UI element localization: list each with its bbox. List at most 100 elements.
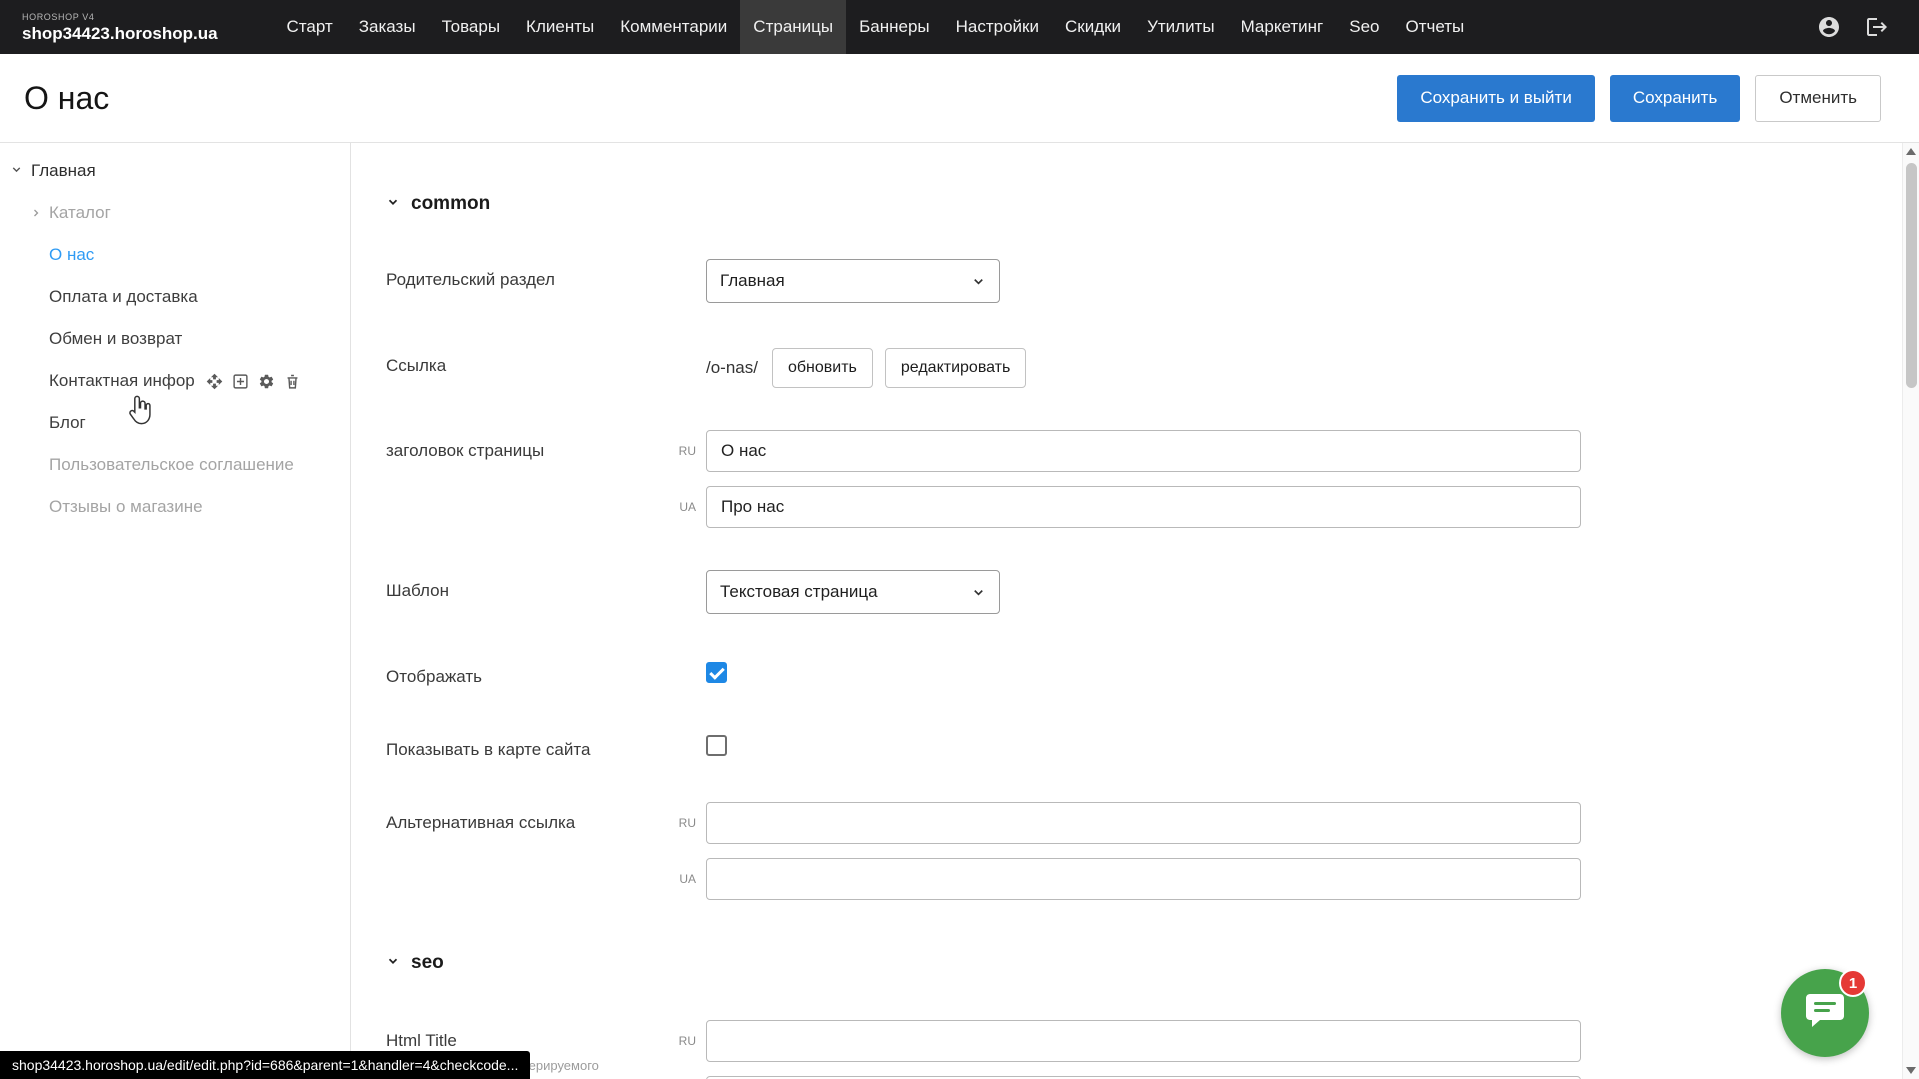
sidebar-item-blog[interactable]: Блог [0, 402, 350, 444]
nav-item-marketing[interactable]: Маркетинг [1228, 0, 1337, 54]
section-toggle-common[interactable]: common [386, 193, 1839, 215]
nav-item-reports[interactable]: Отчеты [1392, 0, 1477, 54]
account-icon[interactable] [1817, 15, 1841, 39]
field-row-html-title: Html Title Полная замена title, генериру… [386, 1020, 1839, 1079]
link-status-tooltip: shop34423.horoshop.ua/edit/edit.php?id=6… [0, 1051, 530, 1079]
nav-item-discounts[interactable]: Скидки [1052, 0, 1134, 54]
select-value: Главная [720, 271, 785, 291]
field-label: Ссылка [386, 345, 706, 388]
field-row-parent-section: Родительский раздел Главная [386, 259, 1839, 303]
move-icon[interactable] [206, 373, 223, 390]
nav-item-comments[interactable]: Комментарии [607, 0, 740, 54]
sidebar-item-label: Блог [49, 413, 86, 433]
chat-bubble-icon [1804, 991, 1846, 1036]
link-path-value: /o-nas/ [706, 358, 758, 378]
html-title-ru-input[interactable] [706, 1020, 1581, 1062]
settings-gear-icon[interactable] [258, 373, 275, 390]
input-wrap-ru: RU [706, 802, 1581, 844]
sitemap-checkbox[interactable] [706, 735, 727, 756]
field-row-display: Отображать [386, 656, 1839, 687]
cancel-button[interactable]: Отменить [1755, 75, 1881, 122]
pages-tree-sidebar: Главная Каталог О нас Оплата и доставка … [0, 143, 351, 1079]
lang-tag-ua: UA [662, 500, 696, 514]
page-header: О нас Сохранить и выйти Сохранить Отмени… [0, 54, 1919, 143]
delete-trash-icon[interactable] [284, 373, 301, 390]
lang-tag-ru: RU [662, 444, 696, 458]
chat-widget-button[interactable]: 1 [1781, 969, 1869, 1057]
field-row-sitemap: Показывать в карте сайта [386, 729, 1839, 760]
page-title-ru-input[interactable] [706, 430, 1581, 472]
logout-icon[interactable] [1865, 15, 1889, 39]
lang-tag-ru: RU [662, 1034, 696, 1048]
sidebar-item-katalog[interactable]: Каталог [0, 192, 350, 234]
field-label: Шаблон [386, 570, 706, 614]
input-wrap-ua: UA [706, 858, 1581, 900]
sidebar-item-otzyvy-o-magazine[interactable]: Отзывы о магазине [0, 486, 350, 528]
sidebar-item-o-nas[interactable]: О нас [0, 234, 350, 276]
lang-inputs: RU UA [706, 802, 1581, 900]
nav-item-settings[interactable]: Настройки [943, 0, 1052, 54]
chevron-right-icon [30, 207, 42, 219]
field-row-template: Шаблон Текстовая страница [386, 570, 1839, 614]
page-edit-form: common Родительский раздел Главная Ссылк… [351, 143, 1919, 1079]
alt-link-ua-input[interactable] [706, 858, 1581, 900]
lang-inputs: RU UA [706, 430, 1581, 528]
tree-item-actions [206, 373, 301, 390]
brand-version: HOROSHOP V4 [22, 13, 218, 22]
scroll-up-button[interactable] [1903, 143, 1919, 160]
chevron-down-icon [10, 161, 23, 181]
link-refresh-button[interactable]: обновить [772, 348, 873, 388]
input-wrap-ua: UA [706, 486, 1581, 528]
field-label: Альтернативная ссылка [386, 802, 706, 900]
scrollbar-thumb[interactable] [1906, 163, 1917, 388]
sidebar-item-label: Главная [31, 161, 96, 181]
vertical-scrollbar[interactable] [1902, 143, 1919, 1079]
parent-section-select[interactable]: Главная [706, 259, 1000, 303]
app-window: HOROSHOP V4 shop34423.horoshop.ua Старт … [0, 0, 1919, 1079]
sidebar-item-label: Контактная инфор [49, 371, 195, 391]
chevron-down-icon [971, 274, 986, 289]
field-row-page-title: заголовок страницы RU UA [386, 430, 1839, 528]
nav-item-seo[interactable]: Seo [1336, 0, 1392, 54]
field-label-text: Html Title [386, 1031, 706, 1051]
alt-link-ru-input[interactable] [706, 802, 1581, 844]
lang-tag-ua: UA [662, 872, 696, 886]
sidebar-item-glavnaya[interactable]: Главная [0, 150, 350, 192]
section-title: common [411, 193, 490, 215]
field-label: заголовок страницы [386, 430, 706, 528]
scroll-down-button[interactable] [1903, 1062, 1919, 1079]
link-edit-button[interactable]: редактировать [885, 348, 1026, 388]
nav-item-start[interactable]: Старт [274, 0, 346, 54]
chevron-down-icon [386, 193, 400, 215]
header-actions: Сохранить и выйти Сохранить Отменить [1397, 75, 1881, 122]
sidebar-item-obmen-i-vozvrat[interactable]: Обмен и возврат [0, 318, 350, 360]
display-checkbox[interactable] [706, 662, 727, 683]
field-label: Отображать [386, 656, 706, 687]
save-button[interactable]: Сохранить [1610, 75, 1740, 122]
nav-item-banners[interactable]: Баннеры [846, 0, 943, 54]
select-value: Текстовая страница [720, 582, 878, 602]
page-title: О нас [24, 80, 109, 117]
nav-item-pages[interactable]: Страницы [740, 0, 846, 54]
field-row-alt-link: Альтернативная ссылка RU UA [386, 802, 1839, 900]
nav-item-products[interactable]: Товары [429, 0, 513, 54]
section-toggle-seo[interactable]: seo [386, 952, 1839, 974]
sidebar-item-label: Каталог [49, 203, 111, 223]
nav-item-utilities[interactable]: Утилиты [1134, 0, 1228, 54]
field-row-link: Ссылка /o-nas/ обновить редактировать [386, 345, 1839, 388]
save-and-exit-button[interactable]: Сохранить и выйти [1397, 75, 1594, 122]
sidebar-item-polzovatelskoe-soglashenie[interactable]: Пользовательское соглашение [0, 444, 350, 486]
brand-domain: shop34423.horoshop.ua [22, 25, 218, 42]
sidebar-item-label: Отзывы о магазине [49, 497, 203, 517]
nav-right-icons [1817, 15, 1919, 39]
nav-item-clients[interactable]: Клиенты [513, 0, 607, 54]
nav-item-orders[interactable]: Заказы [346, 0, 429, 54]
sidebar-item-kontaktnaya-informatsiya[interactable]: Контактная инфор [0, 360, 350, 402]
sidebar-item-oplata-i-dostavka[interactable]: Оплата и доставка [0, 276, 350, 318]
brand-logo[interactable]: HOROSHOP V4 shop34423.horoshop.ua [0, 13, 228, 42]
add-page-icon[interactable] [232, 373, 249, 390]
page-title-ua-input[interactable] [706, 486, 1581, 528]
chat-unread-badge: 1 [1839, 969, 1867, 997]
lang-inputs: RU UA [706, 1020, 1581, 1079]
template-select[interactable]: Текстовая страница [706, 570, 1000, 614]
